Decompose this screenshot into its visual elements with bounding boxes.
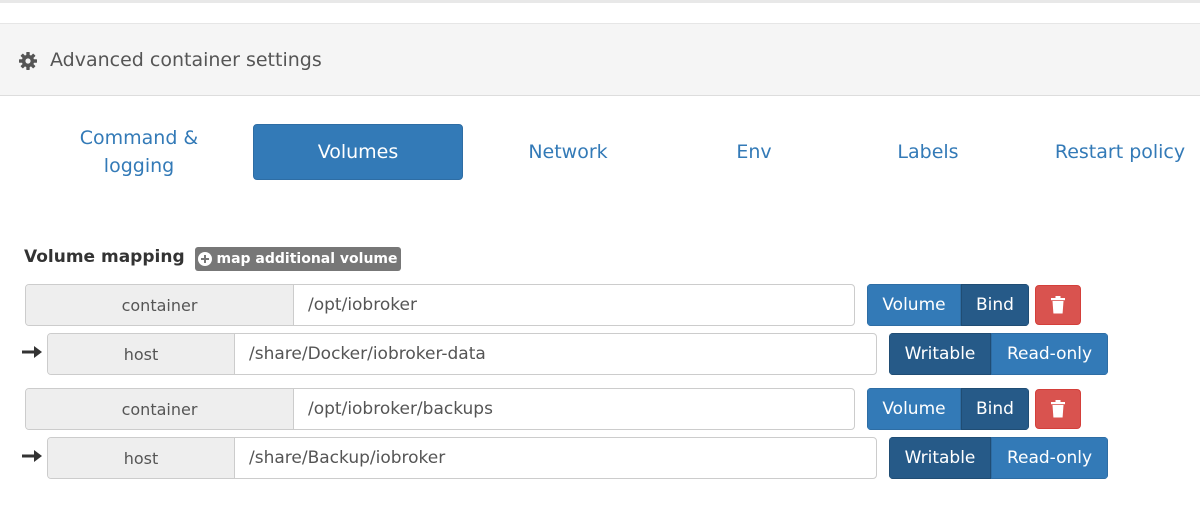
trash-icon xyxy=(1051,400,1065,418)
host-path-input[interactable]: /share/Docker/iobroker-data xyxy=(235,334,876,374)
top-strip xyxy=(0,0,1200,24)
host-path-input[interactable]: /share/Backup/iobroker xyxy=(235,438,876,478)
gear-icon xyxy=(19,52,37,70)
writable-button[interactable]: Writable xyxy=(889,333,991,375)
container-path-group: container /opt/iobroker xyxy=(25,284,855,326)
panel-header: Advanced container settings xyxy=(0,24,1200,96)
read-only-button[interactable]: Read-only xyxy=(991,437,1108,479)
container-path-group: container /opt/iobroker/backups xyxy=(25,388,855,430)
remove-volume-button[interactable] xyxy=(1035,285,1081,325)
host-path-group: host /share/Docker/iobroker-data xyxy=(47,333,877,375)
map-additional-volume-button[interactable]: map additional volume xyxy=(195,247,401,271)
container-addon: container xyxy=(26,389,294,429)
bind-button[interactable]: Bind xyxy=(961,284,1029,326)
tab-command-logging[interactable]: Command & logging xyxy=(54,124,224,180)
writable-button[interactable]: Writable xyxy=(889,437,991,479)
tab-volumes[interactable]: Volumes xyxy=(253,124,463,180)
access-mode-toggle: Writable Read-only xyxy=(889,437,1108,479)
volume-button[interactable]: Volume xyxy=(867,284,961,326)
volume-mapping-label: Volume mapping xyxy=(24,247,185,267)
remove-volume-button[interactable] xyxy=(1035,389,1081,429)
plus-circle-icon xyxy=(198,252,213,266)
arrow-right-icon xyxy=(22,346,42,358)
tab-restart-policy[interactable]: Restart policy xyxy=(1040,124,1200,180)
map-additional-volume-label: map additional volume xyxy=(216,251,398,267)
read-only-button[interactable]: Read-only xyxy=(991,333,1108,375)
container-path-input[interactable]: /opt/iobroker/backups xyxy=(294,389,854,429)
arrow-right-icon xyxy=(22,450,42,462)
volume-button[interactable]: Volume xyxy=(867,388,961,430)
tab-labels[interactable]: Labels xyxy=(870,124,986,180)
host-addon: host xyxy=(48,334,235,374)
tab-env[interactable]: Env xyxy=(710,124,798,180)
container-path-input[interactable]: /opt/iobroker xyxy=(294,285,854,325)
container-addon: container xyxy=(26,285,294,325)
access-mode-toggle: Writable Read-only xyxy=(889,333,1108,375)
host-addon: host xyxy=(48,438,235,478)
volume-type-toggle: Volume Bind xyxy=(867,284,1029,326)
bind-button[interactable]: Bind xyxy=(961,388,1029,430)
volume-type-toggle: Volume Bind xyxy=(867,388,1029,430)
trash-icon xyxy=(1051,296,1065,314)
host-path-group: host /share/Backup/iobroker xyxy=(47,437,877,479)
tab-network[interactable]: Network xyxy=(498,124,638,180)
panel-title: Advanced container settings xyxy=(50,49,322,71)
